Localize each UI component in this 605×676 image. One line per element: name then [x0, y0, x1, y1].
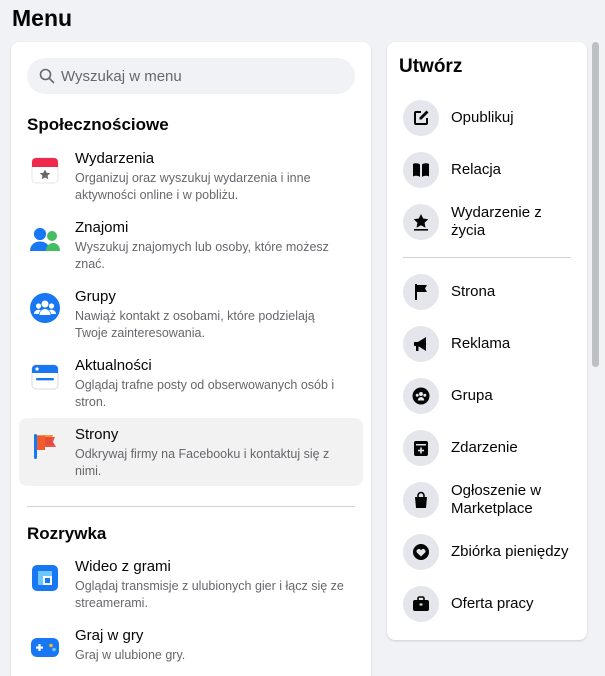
create-ad-button[interactable]: Reklama [395, 318, 579, 370]
group-icon [403, 378, 439, 414]
menu-item-description: Organizuj oraz wyszukuj wydarzenia i inn… [75, 171, 311, 202]
create-item-label: Opublikuj [451, 109, 514, 126]
menu-item-friends[interactable]: Znajomi Wyszukuj znajomych lub osoby, kt… [19, 211, 363, 279]
section-title-entertainment: Rozrywka [27, 524, 107, 543]
section-title-social: Społecznościowe [27, 115, 169, 134]
menu-item-description: Wyszukuj znajomych lub osoby, które może… [75, 240, 329, 271]
menu-item-name: Grupy [75, 288, 116, 305]
search-bar[interactable] [27, 58, 355, 94]
news-feed-icon [27, 359, 63, 395]
menu-item-news-feed[interactable]: Aktualności Oglądaj trafne posty od obse… [19, 349, 363, 417]
life-event-star-icon [403, 204, 439, 240]
create-panel: Utwórz Opublikuj Relacja Wydarzenie z ży… [387, 42, 587, 640]
section-divider [27, 506, 355, 507]
menu-item-description: Odkrywaj firmy na Facebooku i kontaktuj … [75, 447, 330, 478]
create-life-event-button[interactable]: Wydarzenie z życia [395, 196, 579, 248]
menu-item-name: Graj w gry [75, 627, 144, 644]
briefcase-icon [403, 586, 439, 622]
menu-item-groups[interactable]: Grupy Nawiąż kontakt z osobami, które po… [19, 280, 363, 348]
menu-item-description: Oglądaj trafne posty od obserwowanych os… [75, 378, 335, 409]
page-title: Menu [12, 5, 73, 31]
menu-item-name: Strony [75, 426, 119, 443]
create-event-button[interactable]: Zdarzenie [395, 422, 579, 474]
menu-item-name: Aktualności [75, 357, 152, 374]
create-title: Utwórz [399, 56, 463, 77]
scrollbar[interactable] [592, 42, 599, 367]
menu-item-name: Wydarzenia [75, 150, 155, 167]
create-story-button[interactable]: Relacja [395, 144, 579, 196]
calendar-icon [27, 152, 63, 188]
create-post-button[interactable]: Opublikuj [395, 92, 579, 144]
create-page-button[interactable]: Strona [395, 266, 579, 318]
menu-item-gaming-video[interactable]: Wideo z grami Oglądaj transmisje z ulubi… [19, 550, 363, 618]
page-flag-icon [403, 274, 439, 310]
create-fundraiser-button[interactable]: Zbiórka pieniędzy [395, 526, 579, 578]
story-book-icon [403, 152, 439, 188]
event-calendar-icon [403, 430, 439, 466]
gamepad-icon [27, 629, 63, 665]
menu-item-play-games[interactable]: Graj w gry Graj w ulubione gry. [19, 619, 363, 676]
create-item-label: Relacja [451, 161, 502, 178]
menu-item-description: Oglądaj transmisje z ulubionych gier i ł… [75, 579, 344, 610]
menu-item-pages[interactable]: Strony Odkrywaj firmy na Facebooku i kon… [19, 418, 363, 486]
menu-panel: Społecznościowe Wydarzenia Organizuj ora… [11, 42, 371, 676]
create-marketplace-listing-button[interactable]: Ogłoszenie w Marketplace [395, 474, 579, 526]
friends-icon [27, 221, 63, 257]
search-icon [39, 68, 55, 84]
create-item-label: Grupa [451, 387, 493, 404]
create-item-label: Reklama [451, 335, 511, 352]
groups-icon [27, 290, 63, 326]
menu-item-description: Nawiąż kontakt z osobami, które podziela… [75, 309, 315, 340]
create-item-label: Oferta pracy [451, 595, 534, 612]
pages-flag-icon [27, 428, 63, 464]
create-item-label: Ogłoszenie w Marketplace [451, 482, 542, 517]
megaphone-icon [403, 326, 439, 362]
compose-icon [403, 100, 439, 136]
marketplace-bag-icon [403, 482, 439, 518]
menu-item-events[interactable]: Wydarzenia Organizuj oraz wyszukuj wydar… [19, 142, 363, 210]
search-input[interactable] [61, 67, 341, 85]
menu-item-name: Wideo z grami [75, 558, 171, 575]
menu-item-name: Znajomi [75, 219, 129, 236]
create-item-label: Wydarzenie z życia [451, 204, 542, 239]
create-divider [403, 257, 571, 258]
gaming-video-icon [27, 560, 63, 596]
menu-item-description: Graj w ulubione gry. [75, 648, 186, 662]
create-item-label: Zdarzenie [451, 439, 518, 456]
create-job-offer-button[interactable]: Oferta pracy [395, 578, 579, 630]
fundraiser-heart-icon [403, 534, 439, 570]
create-item-label: Strona [451, 283, 496, 300]
create-item-label: Zbiórka pieniędzy [451, 543, 569, 560]
create-group-button[interactable]: Grupa [395, 370, 579, 422]
